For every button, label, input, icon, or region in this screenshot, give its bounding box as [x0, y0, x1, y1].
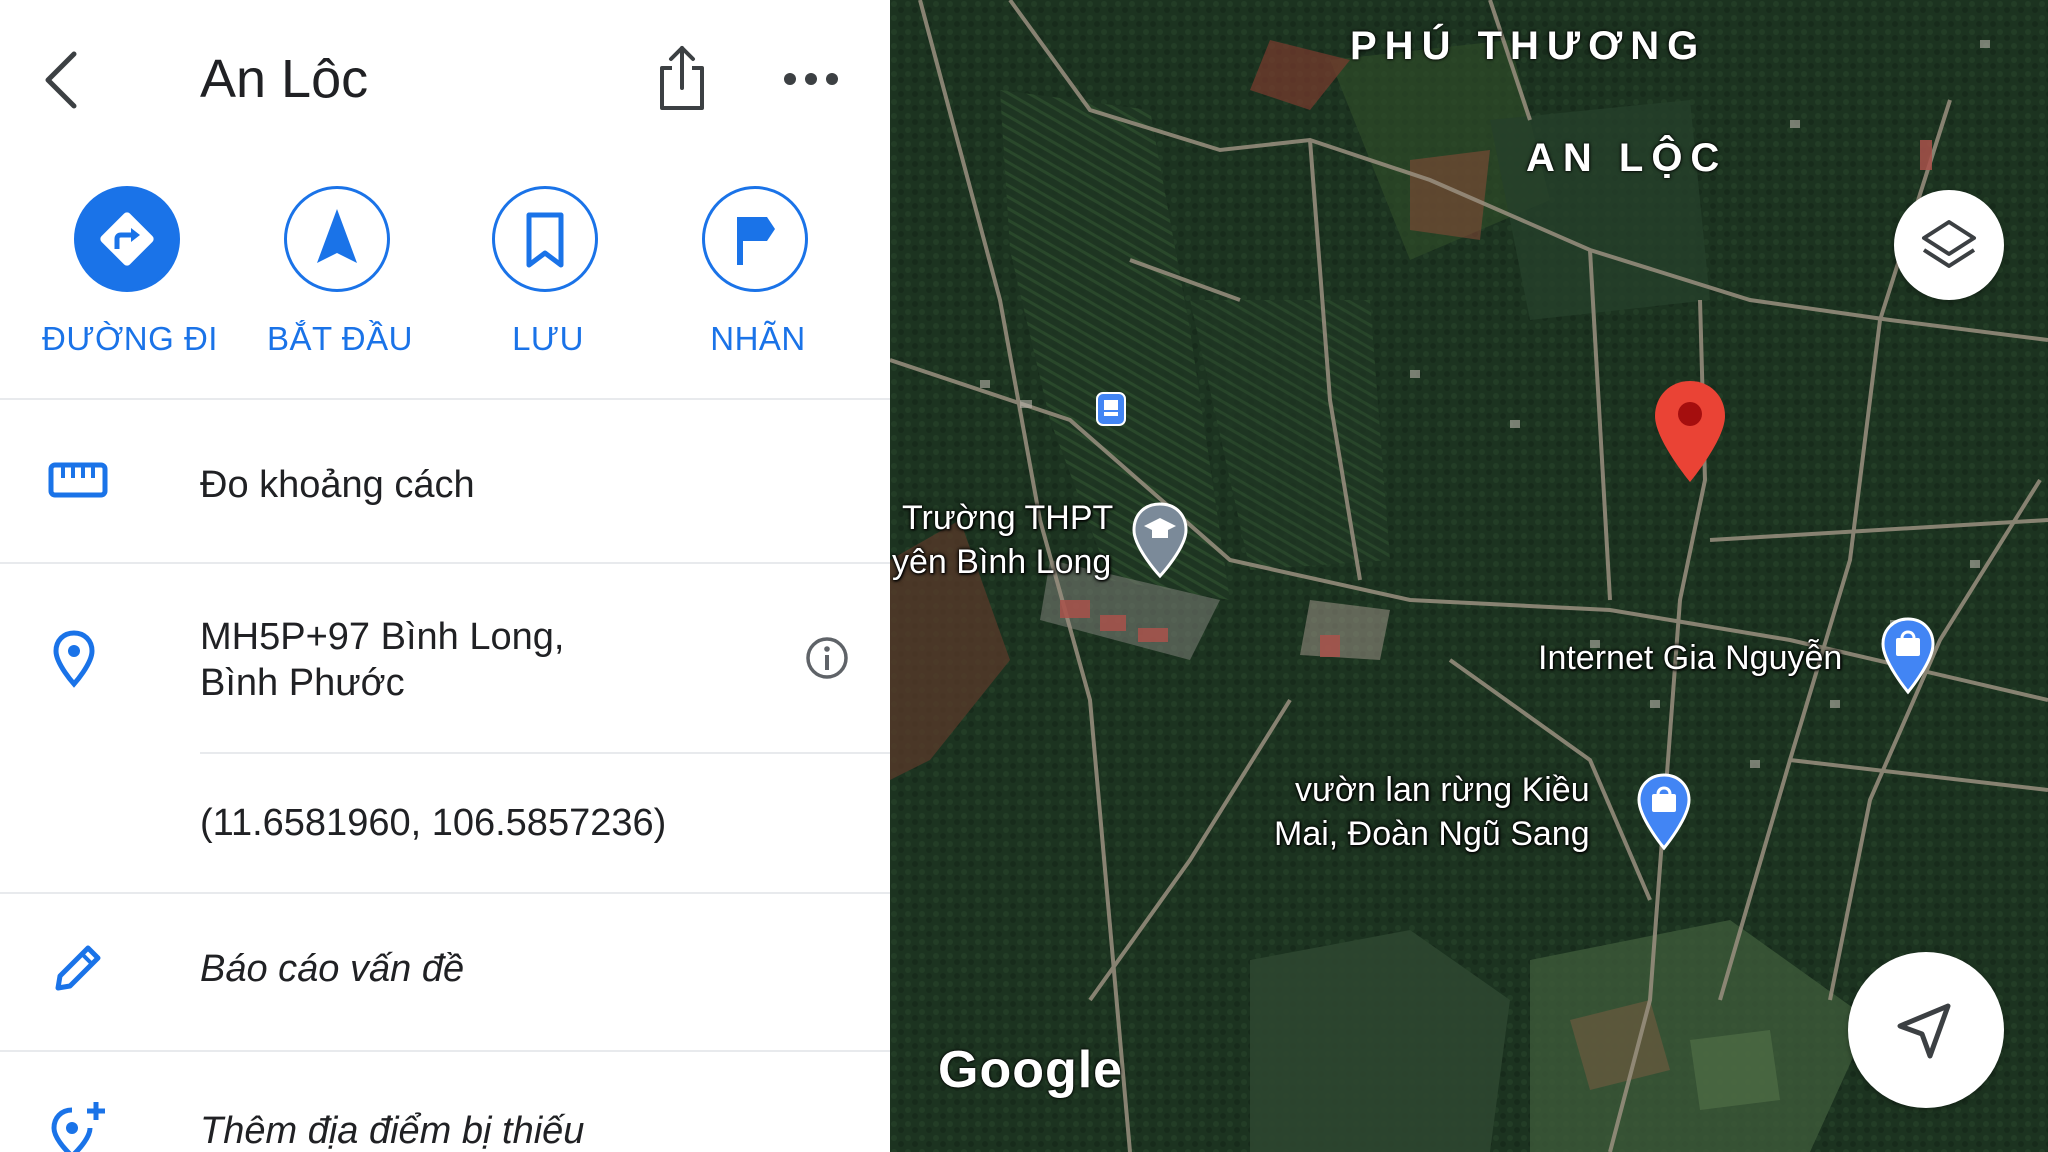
location-pin-icon — [53, 630, 95, 688]
report-problem-row[interactable]: Báo cáo vấn đề — [0, 894, 890, 1050]
navigation-arrow-icon — [317, 209, 357, 263]
area-label-phu-thuong: PHÚ THƯƠNG — [1350, 24, 1707, 68]
coordinates-text: (11.6581960, 106.5857236) — [200, 802, 667, 844]
measure-distance-row[interactable]: Đo khoảng cách — [0, 400, 890, 562]
directions-label: ĐƯỜNG ĐI — [42, 320, 218, 357]
red-pin-icon — [1655, 381, 1725, 482]
chevron-left-icon — [45, 51, 77, 109]
bookmark-icon — [526, 212, 564, 268]
save-label: LƯU — [512, 320, 584, 357]
info-icon — [806, 637, 848, 679]
school-label: Trường THPT yên Bình Long — [892, 499, 1114, 581]
more-options-button[interactable] — [780, 54, 842, 104]
school-marker[interactable] — [1130, 500, 1190, 580]
share-icon — [660, 46, 704, 110]
info-button[interactable] — [804, 635, 850, 681]
label-label: NHÃN — [710, 320, 806, 357]
google-logo: Google — [938, 1041, 1124, 1099]
area-label-an-loc: AN LỘC — [1526, 136, 1728, 180]
flag-icon — [737, 217, 775, 265]
graduation-cap-icon — [1132, 502, 1188, 579]
save-button[interactable]: LƯU — [438, 186, 658, 376]
layers-icon — [1922, 220, 1976, 268]
back-button[interactable] — [36, 44, 96, 114]
bus-stop-marker[interactable] — [1096, 392, 1126, 426]
shopping-bag-icon — [1637, 773, 1691, 851]
shopping-bag-icon — [1881, 617, 1935, 695]
pencil-icon — [55, 945, 101, 991]
my-location-button[interactable] — [1848, 952, 2004, 1108]
directions-button[interactable]: ĐƯỜNG ĐI — [20, 186, 240, 376]
action-buttons: ĐƯỜNG ĐI BẮT ĐẦU LƯU NHÃN — [0, 186, 890, 376]
place-details-panel: An Lôc ĐƯỜNG ĐI BẮT ĐẦU LƯU NHÃN Đo khoả… — [0, 0, 890, 1152]
internet-shop-marker[interactable] — [1880, 616, 1936, 696]
page-title: An Lôc — [200, 49, 369, 109]
orchid-garden-marker[interactable] — [1636, 772, 1692, 852]
measure-distance-label: Đo khoảng cách — [200, 464, 475, 506]
report-problem-label: Báo cáo vấn đề — [200, 948, 465, 990]
address-line2: Bình Phước — [200, 662, 405, 704]
share-button[interactable] — [652, 42, 712, 116]
coordinates-row[interactable]: (11.6581960, 106.5857236) — [0, 754, 890, 892]
add-missing-place-label: Thêm địa điểm bị thiếu — [200, 1110, 585, 1152]
start-label: BẮT ĐẦU — [267, 320, 413, 357]
start-button[interactable]: BẮT ĐẦU — [230, 186, 450, 376]
directions-icon — [100, 212, 154, 266]
map-layers-button[interactable] — [1894, 190, 2004, 300]
ruler-icon — [48, 462, 108, 498]
add-missing-place-row[interactable]: Thêm địa điểm bị thiếu — [0, 1052, 890, 1152]
address-row[interactable]: MH5P+97 Bình Long, Bình Phước — [0, 564, 890, 752]
orchid-garden-label: vườn lan rừng Kiều Mai, Đoàn Ngũ Sang — [1274, 771, 1590, 853]
location-arrow-icon — [1897, 1003, 1951, 1059]
satellite-map[interactable]: PHÚ THƯƠNG AN LỘC Trường THPT yên Bình L… — [890, 0, 2048, 1152]
internet-shop-label: Internet Gia Nguyễn — [1538, 639, 1843, 677]
dropped-pin-marker[interactable] — [1652, 378, 1728, 486]
address-text: MH5P+97 Bình Long, Bình Phước — [200, 614, 564, 706]
more-horizontal-icon — [784, 73, 838, 85]
label-button[interactable]: NHÃN — [648, 186, 868, 376]
bus-icon — [1096, 392, 1126, 426]
address-line1: MH5P+97 Bình Long, — [200, 616, 565, 658]
add-location-icon — [51, 1102, 105, 1152]
